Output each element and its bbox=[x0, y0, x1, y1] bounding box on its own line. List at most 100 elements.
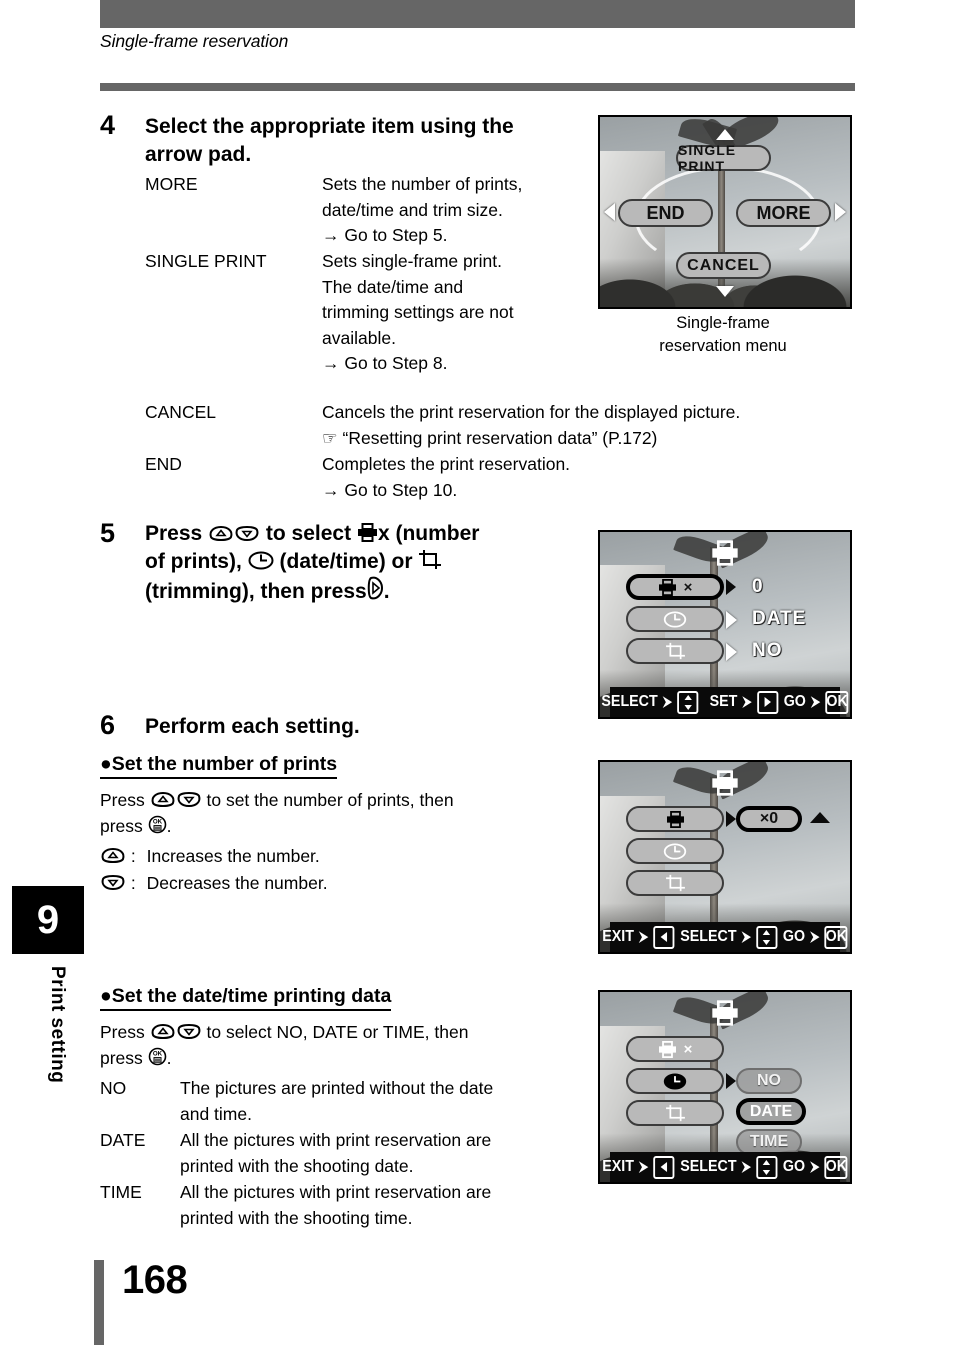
step-5-l1a: Press bbox=[145, 522, 203, 545]
step-5-l3b: . bbox=[383, 580, 390, 603]
printer-header-icon bbox=[711, 1000, 739, 1031]
term-single-print: SINGLE PRINT bbox=[145, 251, 267, 271]
desc-date-line-1: All the pictures with print reservation … bbox=[180, 1130, 492, 1150]
statusbar-key-ok: OK bbox=[824, 925, 848, 949]
para-l2a: press bbox=[100, 816, 143, 836]
menu-button-cancel[interactable]: CANCEL bbox=[676, 252, 771, 279]
row-2-arrow-icon bbox=[726, 611, 737, 629]
row-date-time[interactable] bbox=[626, 1068, 724, 1094]
header-rule bbox=[100, 83, 855, 91]
menu-button-single-print[interactable]: SINGLE PRINT bbox=[676, 142, 771, 174]
section-date-time-paragraph: Press to select NO, DATE or TIME, then p… bbox=[100, 1019, 580, 1071]
statusbar-arrow-2: ⮞ bbox=[742, 1159, 751, 1174]
para2-l1b: to select NO, DATE or TIME, then bbox=[206, 1022, 469, 1042]
statusbar-key-updown-icon bbox=[677, 690, 699, 714]
row-date-time[interactable] bbox=[626, 606, 724, 632]
screen-single-frame-reservation-menu: SINGLE PRINT END MORE CANCEL bbox=[598, 115, 852, 309]
desc-time: All the pictures with print reservation … bbox=[180, 1180, 600, 1231]
clock-icon bbox=[663, 610, 687, 628]
desc-more: Sets the number of prints, date/time and… bbox=[322, 172, 602, 249]
step-5-l1b: to select bbox=[265, 522, 352, 545]
screen-more-settings-overview: × 0 DATE NO SELECT ⮞ SET ⮞ GO ⮞ OK bbox=[598, 530, 852, 719]
value-pill-print-count[interactable]: ×0 bbox=[736, 806, 802, 832]
menu-button-more[interactable]: MORE bbox=[736, 199, 831, 227]
statusbar-label-go: GO bbox=[782, 928, 806, 945]
statusbar-key-left-icon bbox=[653, 925, 675, 949]
desc-no-line-1: The pictures are printed without the dat… bbox=[180, 1078, 494, 1098]
desc-time-line-1: All the pictures with print reservation … bbox=[180, 1182, 492, 1202]
statusbar-label-select: SELECT bbox=[680, 1158, 737, 1175]
row-1-arrow-icon bbox=[726, 811, 736, 827]
menu-button-end[interactable]: END bbox=[618, 199, 713, 227]
chapter-number: 9 bbox=[36, 897, 60, 942]
row-trimming[interactable] bbox=[626, 870, 724, 896]
option-no[interactable]: NO bbox=[736, 1068, 802, 1094]
clock-icon bbox=[663, 1072, 687, 1090]
term-no: NO bbox=[100, 1078, 127, 1098]
desc-more-line-2: date/time and trim size. bbox=[322, 199, 503, 220]
term-cancel: CANCEL bbox=[145, 402, 216, 422]
row-printer-count[interactable]: × bbox=[626, 574, 724, 600]
page-top-bar bbox=[100, 0, 855, 28]
desc-more-line-1: Sets the number of prints, bbox=[322, 174, 523, 194]
option-date[interactable]: DATE bbox=[736, 1098, 806, 1125]
desc-single-print-line-2: The date/time and bbox=[322, 276, 464, 297]
step-4-title: Select the appropriate item using the ar… bbox=[145, 115, 514, 166]
step-5-l3a: (trimming), then press bbox=[145, 580, 367, 603]
row-1-arrow-icon bbox=[726, 579, 736, 595]
clock-icon bbox=[248, 551, 274, 570]
svg-text:OK: OK bbox=[153, 1051, 163, 1058]
statusbar-label-set: SET bbox=[709, 693, 738, 710]
para2-l2a: press bbox=[100, 1048, 143, 1068]
para-l1b: to set the number of prints, then bbox=[206, 790, 454, 810]
statusbar-arrow-2: ⮞ bbox=[742, 929, 751, 944]
desc-end-line-2: → Go to Step 10. bbox=[322, 479, 458, 500]
row-printer[interactable] bbox=[626, 806, 724, 832]
row-2-arrow-icon bbox=[726, 1073, 736, 1089]
statusbar-key-updown-icon bbox=[756, 1155, 778, 1179]
value-date-time: DATE bbox=[752, 608, 807, 629]
step-5-l2b: (date/time) or bbox=[279, 550, 413, 573]
arrow-down-indicator-icon bbox=[716, 286, 734, 297]
step-5-l1c: x (number bbox=[377, 522, 480, 545]
row-date-time[interactable] bbox=[626, 838, 724, 864]
desc-more-line-3: → Go to Step 5. bbox=[322, 225, 448, 245]
desc-time-line-2: printed with the shooting time. bbox=[180, 1207, 413, 1228]
printer-icon bbox=[357, 523, 378, 542]
statusbar-label-select: SELECT bbox=[601, 693, 658, 710]
step-4-number: 4 bbox=[100, 110, 116, 140]
desc-cancel-line-2: ☞ “Resetting print reservation data” (P.… bbox=[322, 427, 658, 448]
printer-icon bbox=[666, 810, 685, 828]
desc-single-print-line-5: → Go to Step 8. bbox=[322, 353, 448, 373]
statusbar-key-ok: OK bbox=[825, 690, 849, 714]
arrow-down-pad-icon bbox=[100, 874, 126, 891]
row-3-arrow-icon bbox=[726, 643, 737, 661]
row-trimming[interactable] bbox=[626, 638, 724, 664]
value-trimming: NO bbox=[752, 640, 783, 661]
statusbar-arrow-3: ⮞ bbox=[810, 929, 820, 944]
statusbar: EXIT ⮞ SELECT ⮞ GO ⮞ OK bbox=[602, 922, 848, 952]
desc-date: All the pictures with print reservation … bbox=[180, 1128, 600, 1179]
term-time: TIME bbox=[100, 1182, 142, 1202]
arrow-down-pad-icon bbox=[176, 1023, 202, 1040]
printer-header-icon bbox=[711, 770, 739, 801]
step-5-number: 5 bbox=[100, 518, 116, 548]
arrow-up-pad-icon bbox=[100, 847, 126, 864]
term-end: END bbox=[145, 454, 182, 474]
statusbar-label-go: GO bbox=[782, 1158, 806, 1175]
trim-icon bbox=[665, 1104, 686, 1122]
statusbar-arrow-1: ⮞ bbox=[663, 694, 672, 709]
step-5-l2a: of prints), bbox=[145, 550, 242, 573]
arrow-down-pad-icon bbox=[176, 791, 202, 808]
arrow-down-pad-icon bbox=[234, 525, 260, 542]
printer-header-icon bbox=[711, 540, 739, 571]
desc-end: Completes the print reservation. → Go to… bbox=[322, 452, 862, 503]
arrow-left-indicator-icon bbox=[604, 203, 615, 221]
statusbar-label-exit: EXIT bbox=[602, 1158, 634, 1175]
desc-date-line-2: printed with the shooting date. bbox=[180, 1155, 414, 1176]
row-trimming[interactable] bbox=[626, 1100, 724, 1126]
screen-number-of-prints: ×0 EXIT ⮞ SELECT ⮞ GO ⮞ OK bbox=[598, 760, 852, 954]
row-printer-count[interactable]: × bbox=[626, 1036, 724, 1062]
arrow-up-pad-icon bbox=[150, 791, 176, 808]
statusbar: SELECT ⮞ SET ⮞ GO ⮞ OK bbox=[601, 687, 849, 717]
